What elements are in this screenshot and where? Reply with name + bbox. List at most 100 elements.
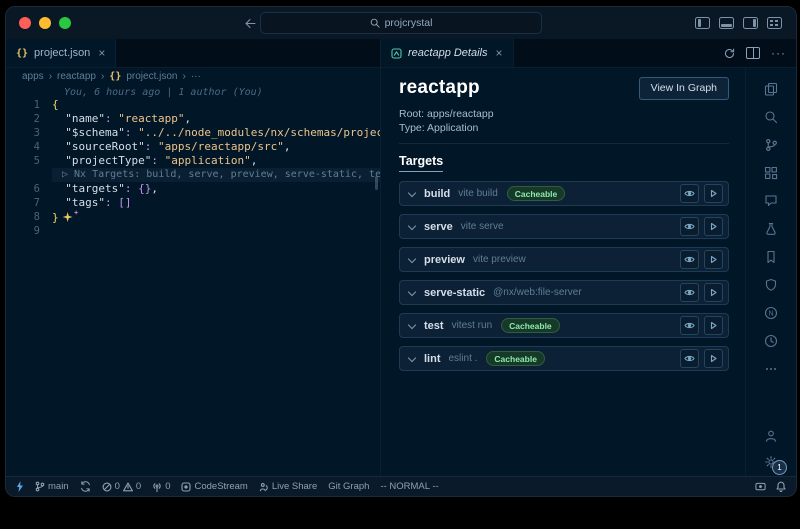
- reveal-target-button[interactable]: [680, 184, 699, 203]
- more-views-icon[interactable]: [762, 360, 780, 378]
- breadcrumb-item[interactable]: apps: [22, 71, 44, 82]
- run-target-button[interactable]: [704, 349, 723, 368]
- target-name: serve: [424, 221, 453, 233]
- breadcrumb-more[interactable]: ···: [191, 71, 201, 82]
- root-label: Root:: [399, 108, 424, 120]
- target-row-lint[interactable]: lint eslint . Cacheable: [399, 346, 729, 371]
- search-icon[interactable]: [762, 108, 780, 126]
- bell-icon[interactable]: [776, 481, 786, 492]
- history-clock-icon[interactable]: [762, 332, 780, 350]
- toggle-secondary-sidebar-icon[interactable]: [743, 17, 758, 29]
- split-editor-icon[interactable]: [746, 47, 760, 59]
- warning-count: 0: [136, 481, 141, 492]
- status-bar-right: [755, 481, 786, 492]
- toggle-primary-sidebar-icon[interactable]: [695, 17, 710, 29]
- flask-icon[interactable]: [762, 220, 780, 238]
- vim-mode-indicator[interactable]: -- NORMAL --: [380, 481, 438, 492]
- reveal-target-button[interactable]: [680, 250, 699, 269]
- cacheable-badge: Cacheable: [486, 351, 545, 366]
- target-name: build: [424, 188, 450, 200]
- minimize-button[interactable]: [39, 17, 51, 29]
- chat-icon[interactable]: [762, 192, 780, 210]
- breadcrumb[interactable]: apps › reactapp › {} project.json › ···: [6, 68, 380, 84]
- refresh-icon[interactable]: [724, 48, 735, 59]
- project-meta: Root: apps/reactapp Type: Application: [399, 107, 729, 135]
- run-target-button[interactable]: [704, 283, 723, 302]
- target-row-serve[interactable]: serve vite serve: [399, 214, 729, 239]
- customize-layout-icon[interactable]: [767, 17, 782, 29]
- breadcrumb-item[interactable]: project.json: [126, 71, 177, 82]
- target-command: vite build: [458, 188, 497, 199]
- eye-icon: [688, 192, 690, 194]
- tab-project-json[interactable]: {} project.json ×: [6, 39, 116, 67]
- reveal-target-button[interactable]: [680, 217, 699, 236]
- play-icon: [709, 222, 718, 231]
- code-editor[interactable]: You, 6 hours ago | 1 author (You) 1{2 "n…: [6, 84, 380, 477]
- search-icon: [370, 18, 380, 28]
- target-row-build[interactable]: build vite build Cacheable: [399, 181, 729, 206]
- broadcast-indicator[interactable]: 0: [152, 481, 170, 492]
- problems-indicator[interactable]: 0 0: [102, 481, 142, 492]
- close-tab-icon[interactable]: ×: [496, 46, 503, 60]
- line-number: 5: [6, 154, 52, 168]
- branch-name: main: [48, 481, 69, 492]
- branch-indicator[interactable]: main: [35, 481, 69, 492]
- target-command: @nx/web:file-server: [493, 287, 582, 298]
- gitgraph-item[interactable]: Git Graph: [328, 481, 369, 492]
- liveshare-item[interactable]: Live Share: [259, 481, 317, 492]
- extensions-icon[interactable]: [762, 164, 780, 182]
- screencast-icon[interactable]: [755, 482, 766, 492]
- codestream-label: CodeStream: [194, 481, 247, 492]
- chevron-down-icon[interactable]: [408, 221, 416, 229]
- notification-badge[interactable]: 1: [772, 460, 787, 475]
- copy-pages-icon[interactable]: [762, 80, 780, 98]
- chevron-down-icon[interactable]: [408, 254, 416, 262]
- branch-icon: [35, 481, 45, 492]
- close-tab-icon[interactable]: ×: [98, 46, 105, 60]
- bookmark-icon[interactable]: [762, 248, 780, 266]
- target-row-serve-static[interactable]: serve-static @nx/web:file-server: [399, 280, 729, 305]
- reveal-target-button[interactable]: [680, 283, 699, 302]
- nx-console-icon[interactable]: N: [762, 304, 780, 322]
- target-row-test[interactable]: test vitest run Cacheable: [399, 313, 729, 338]
- command-center-search[interactable]: projcrystal: [260, 12, 542, 34]
- reveal-target-button[interactable]: [680, 349, 699, 368]
- target-row-preview[interactable]: preview vite preview: [399, 247, 729, 272]
- run-target-button[interactable]: [704, 250, 723, 269]
- liveshare-label: Live Share: [272, 481, 317, 492]
- chevron-down-icon[interactable]: [408, 287, 416, 295]
- run-target-button[interactable]: [704, 217, 723, 236]
- tab-reactapp-details[interactable]: reactapp Details ×: [381, 39, 514, 67]
- back-icon[interactable]: [244, 18, 256, 29]
- json-file-icon: {}: [109, 71, 121, 82]
- reveal-target-button[interactable]: [680, 316, 699, 335]
- zoom-button[interactable]: [59, 17, 71, 29]
- source-control-icon[interactable]: [762, 136, 780, 154]
- broadcast-count: 0: [165, 481, 170, 492]
- more-actions-icon[interactable]: ···: [771, 48, 786, 58]
- editor-actions: ···: [724, 39, 796, 67]
- project-title: reactapp: [399, 77, 480, 99]
- play-icon: [709, 189, 718, 198]
- close-button[interactable]: [19, 17, 31, 29]
- activity-bar: N 1: [745, 68, 796, 477]
- codelens-line[interactable]: ▷ Nx Targets: build, serve, preview, ser…: [6, 168, 380, 182]
- shield-icon[interactable]: [762, 276, 780, 294]
- toggle-panel-icon[interactable]: [719, 17, 734, 29]
- chevron-down-icon[interactable]: [408, 320, 416, 328]
- targets-list: build vite build Cacheable serve: [399, 181, 729, 371]
- breadcrumb-item[interactable]: reactapp: [57, 71, 96, 82]
- view-in-graph-button[interactable]: View In Graph: [639, 77, 729, 100]
- run-target-button[interactable]: [704, 184, 723, 203]
- codestream-item[interactable]: CodeStream: [181, 481, 247, 492]
- code-line: 8}: [6, 210, 380, 224]
- remote-indicator[interactable]: [16, 481, 24, 492]
- chevron-down-icon[interactable]: [408, 188, 416, 196]
- sync-indicator[interactable]: [80, 481, 91, 492]
- run-target-button[interactable]: [704, 316, 723, 335]
- code-line: 9: [6, 224, 380, 238]
- eye-icon: [688, 258, 690, 260]
- chevron-down-icon[interactable]: [408, 353, 416, 361]
- account-icon[interactable]: [762, 427, 780, 445]
- line-number: 6: [6, 182, 52, 196]
